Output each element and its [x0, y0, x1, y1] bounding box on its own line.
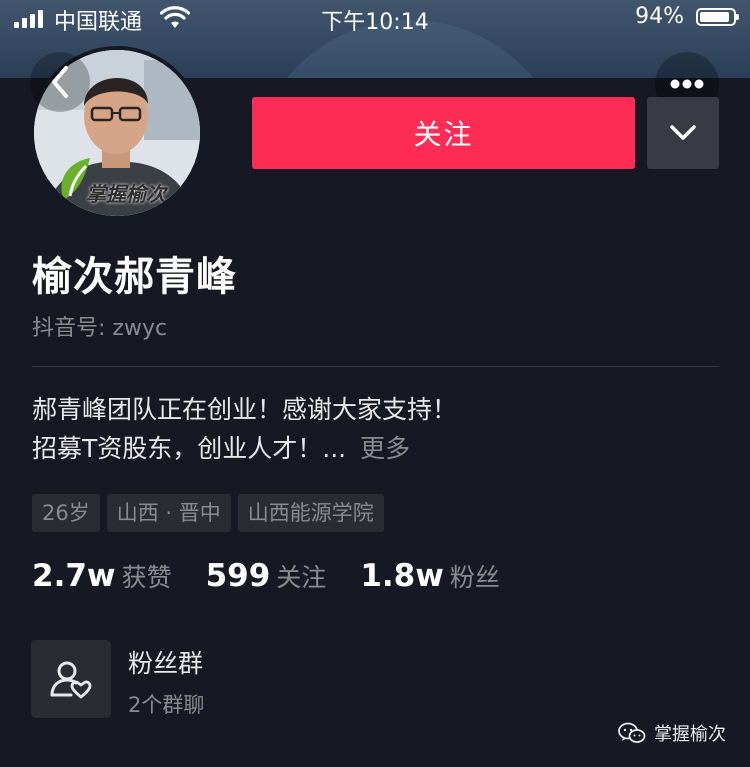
fans-count: 1.8w [360, 558, 444, 594]
following-count: 599 [205, 558, 271, 594]
chevron-down-icon [670, 125, 696, 140]
likes-count: 2.7w [32, 558, 116, 594]
douyin-id[interactable]: 抖音号: zwyc [32, 310, 167, 342]
wechat-icon [618, 722, 646, 743]
follow-button[interactable]: 关注 [252, 97, 635, 169]
bio-line-2: 招募T资股东，创业人才！... 更多 [32, 429, 457, 468]
divider [32, 366, 719, 367]
bio-line-1: 郝青峰团队正在创业！感谢大家支持！ [32, 395, 458, 424]
tag-location[interactable]: 山西 · 晋中 [106, 494, 231, 532]
profile-tags: 26岁 山西 · 晋中 山西能源学院 [32, 494, 384, 532]
wechat-watermark: 掌握榆次 [618, 720, 726, 746]
watermark-text: 掌握榆次 [654, 724, 726, 745]
profile-stats: 2.7w 获赞 599 关注 1.8w 粉丝 [32, 558, 534, 594]
stat-likes[interactable]: 2.7w 获赞 [32, 558, 172, 594]
profile-name: 榆次郝青峰 [32, 254, 237, 300]
battery-icon [696, 8, 739, 26]
battery-percent: 94% [635, 4, 684, 29]
chevron-left-icon [52, 66, 68, 98]
fan-group-count: 2个群聊 [128, 693, 205, 717]
bio-more-link[interactable]: 更多 [360, 434, 410, 463]
fan-group-title[interactable]: 粉丝群 [128, 644, 203, 680]
recommend-dropdown-button[interactable] [647, 97, 719, 169]
tag-age: 26岁 [32, 494, 100, 532]
likes-label: 获赞 [121, 563, 172, 592]
fans-label: 粉丝 [449, 563, 500, 592]
avatar-caption: 掌握榆次 [86, 182, 166, 206]
following-label: 关注 [276, 563, 327, 592]
back-button[interactable] [30, 52, 90, 112]
fan-group-button[interactable] [31, 640, 111, 718]
fan-group-icon [50, 661, 92, 699]
stat-following[interactable]: 599 关注 [206, 558, 327, 594]
tag-school[interactable]: 山西能源学院 [237, 494, 384, 532]
profile-bio: 郝青峰团队正在创业！感谢大家支持！ 招募T资股东，创业人才！... 更多 [32, 390, 457, 468]
stat-fans[interactable]: 1.8w 粉丝 [360, 558, 500, 594]
bio-line-2-text: 招募T资股东，创业人才！... [32, 434, 347, 463]
